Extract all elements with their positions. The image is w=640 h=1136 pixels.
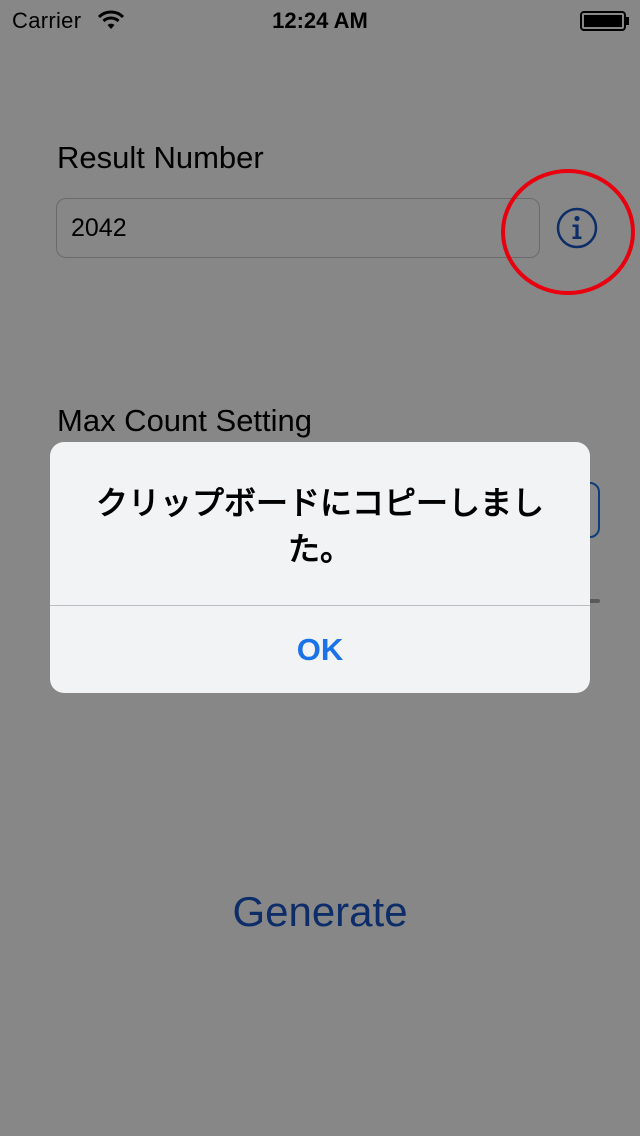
alert-message: クリップボードにコピーしました。 — [95, 484, 544, 568]
alert-ok-button[interactable]: OK — [50, 606, 590, 693]
alert-dialog: クリップボードにコピーしました。 OK — [50, 442, 590, 693]
